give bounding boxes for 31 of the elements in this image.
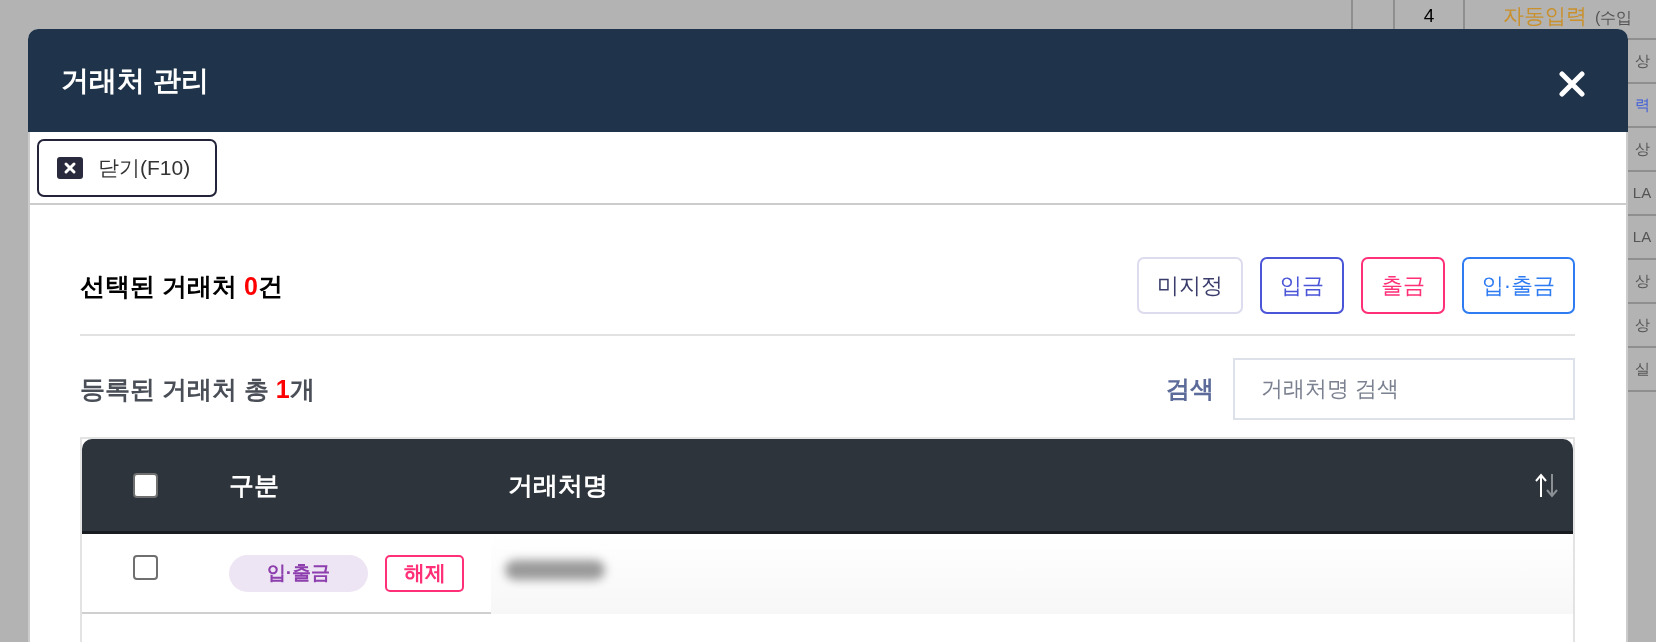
- filter-button[interactable]: 입금: [1259, 257, 1344, 314]
- table-cell-text: 상: [1634, 140, 1650, 158]
- release-button[interactable]: 해제: [385, 554, 464, 592]
- search-field[interactable]: 거래처명 검색: [1233, 358, 1575, 420]
- close-dialog-button[interactable]: 닫기(F10): [37, 139, 217, 197]
- column-header: 거래처명: [508, 470, 609, 501]
- table-cell-text: 상: [1634, 52, 1650, 70]
- table-cell-text: 상: [1634, 272, 1650, 290]
- table-cell-text: LA: [1632, 184, 1652, 202]
- checkbox[interactable]: [133, 472, 158, 498]
- table-cell-text: 상: [1634, 316, 1650, 334]
- search-label: 검색: [1166, 374, 1214, 404]
- filter-button[interactable]: 입·출금: [1461, 257, 1575, 314]
- close-icon: [1559, 70, 1585, 97]
- dialog-title: 거래처 관리: [61, 63, 209, 98]
- table-cell-text: 실: [1634, 360, 1650, 378]
- close-icon: [57, 157, 83, 179]
- registered-count-text: 등록된 거래처 총 1개: [80, 374, 315, 405]
- column-header: 구분: [229, 470, 280, 501]
- sort-icon[interactable]: [1534, 472, 1559, 498]
- note-text: (수입: [1595, 8, 1633, 28]
- selected-count-text: 선택된 거래처 0건: [80, 270, 283, 302]
- table-cell-text: LA: [1632, 228, 1652, 246]
- close-button[interactable]: [1559, 70, 1585, 97]
- filter-button[interactable]: 출금: [1360, 257, 1445, 314]
- row-number: 4: [1423, 4, 1435, 28]
- checkbox[interactable]: [133, 554, 158, 580]
- filter-button[interactable]: 미지정: [1136, 257, 1243, 314]
- table-cell-text: 력: [1634, 96, 1650, 114]
- type-badge: 입·출금: [229, 554, 368, 592]
- source-text: 자동입력: [1503, 3, 1587, 29]
